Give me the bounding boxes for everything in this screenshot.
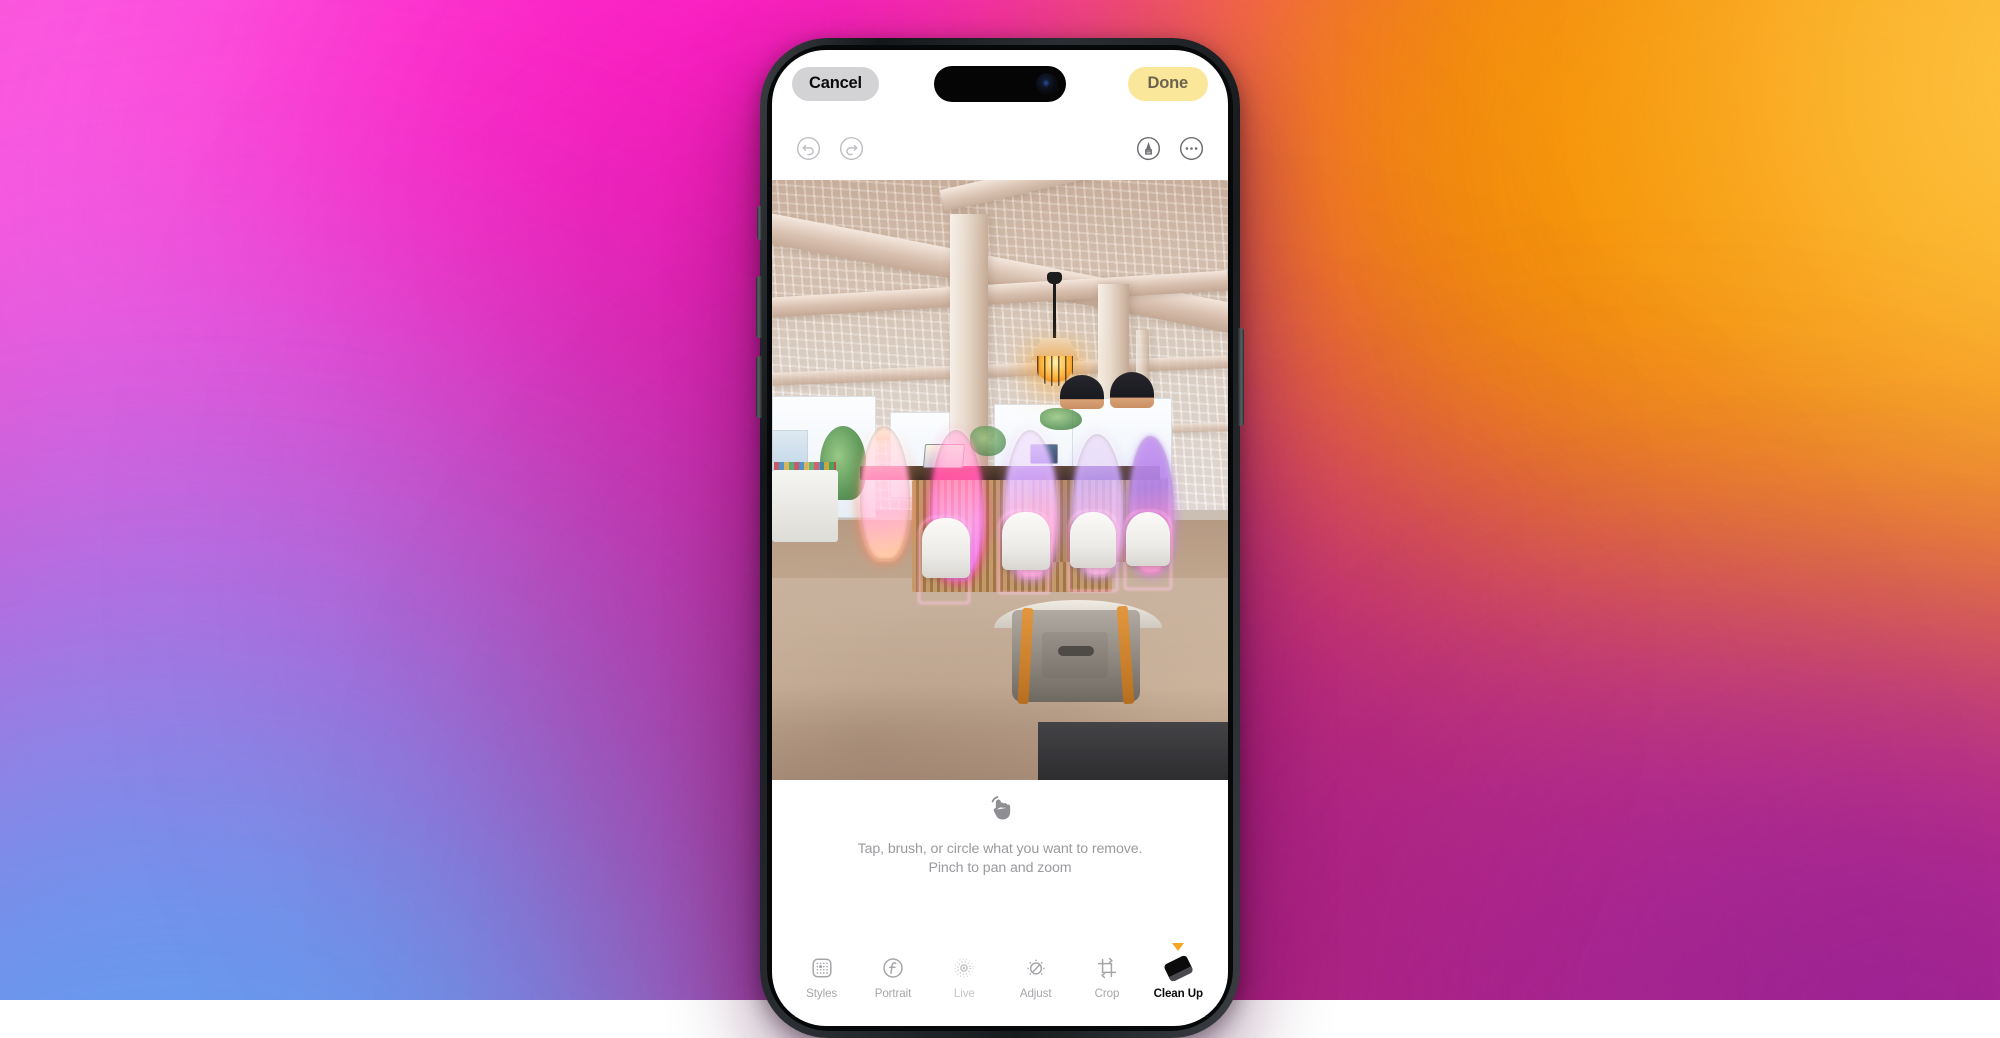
bar-stool: [922, 518, 970, 578]
tool-tab-label: Portrait: [875, 987, 912, 1000]
tap-hand-icon: [984, 792, 1016, 824]
tool-tab-adjust[interactable]: Adjust: [1006, 956, 1066, 1000]
more-options-icon[interactable]: [1179, 136, 1204, 161]
photo-content: [772, 180, 1228, 780]
tool-tab-label: Crop: [1095, 987, 1120, 1000]
floor-highlight: [772, 578, 1228, 728]
foreground-table: [1038, 722, 1228, 780]
phone-device-frame: Cancel Done: [760, 38, 1240, 1038]
undo-icon[interactable]: [796, 136, 821, 161]
cleanup-eraser-icon: [1166, 956, 1191, 980]
adjust-icon: [1024, 956, 1048, 980]
bar-stool: [1126, 512, 1170, 566]
bar-stool: [1002, 512, 1050, 570]
tool-tab-clean-up[interactable]: Clean Up: [1148, 956, 1208, 1000]
phone-screen: Cancel Done: [772, 50, 1228, 1026]
cleanup-hint: Tap, brush, or circle what you want to r…: [772, 792, 1228, 878]
photo-edit-canvas[interactable]: [772, 180, 1228, 780]
markup-controls: [1136, 136, 1204, 161]
power-button[interactable]: [1238, 328, 1244, 426]
plant: [1040, 408, 1082, 430]
bar-stool: [1070, 512, 1116, 568]
editor-action-row: [772, 126, 1228, 170]
tool-tab-crop[interactable]: Crop: [1077, 956, 1137, 1000]
cleanup-highlight-subject[interactable]: [860, 426, 910, 560]
handbag-slot: [1058, 646, 1094, 656]
dark-pendant-lamp: [1110, 372, 1154, 408]
hint-line-primary: Tap, brush, or circle what you want to r…: [772, 840, 1228, 859]
dark-pendant-lamp: [1060, 375, 1104, 409]
history-controls: [796, 136, 864, 161]
tool-tab-label: Clean Up: [1154, 987, 1203, 1000]
tool-tab-label: Styles: [806, 987, 837, 1000]
tool-tab-label: Adjust: [1020, 987, 1052, 1000]
refrigerator-unit: [772, 470, 838, 542]
pendant-lamp-cord: [1053, 278, 1056, 340]
cancel-button[interactable]: Cancel: [792, 67, 879, 101]
markup-pen-icon[interactable]: [1136, 136, 1161, 161]
tool-tab-label: Live: [954, 987, 975, 1000]
editor-top-bar: Cancel Done: [772, 50, 1228, 118]
tool-tab-live[interactable]: Live: [934, 956, 994, 1000]
done-button[interactable]: Done: [1128, 67, 1208, 101]
tool-tab-styles[interactable]: Styles: [792, 956, 852, 1000]
silence-switch[interactable]: [757, 206, 762, 240]
editor-tool-tabs: Styles Portrait: [772, 956, 1228, 1000]
volume-up-button[interactable]: [756, 276, 762, 338]
tool-tab-portrait[interactable]: Portrait: [863, 956, 923, 1000]
redo-icon[interactable]: [839, 136, 864, 161]
volume-down-button[interactable]: [756, 356, 762, 418]
styles-icon: [810, 956, 834, 980]
hint-line-secondary: Pinch to pan and zoom: [772, 859, 1228, 878]
live-icon: [952, 956, 976, 980]
crop-icon: [1095, 956, 1119, 980]
portrait-icon: [881, 956, 905, 980]
new-indicator-badge: [1172, 943, 1184, 951]
